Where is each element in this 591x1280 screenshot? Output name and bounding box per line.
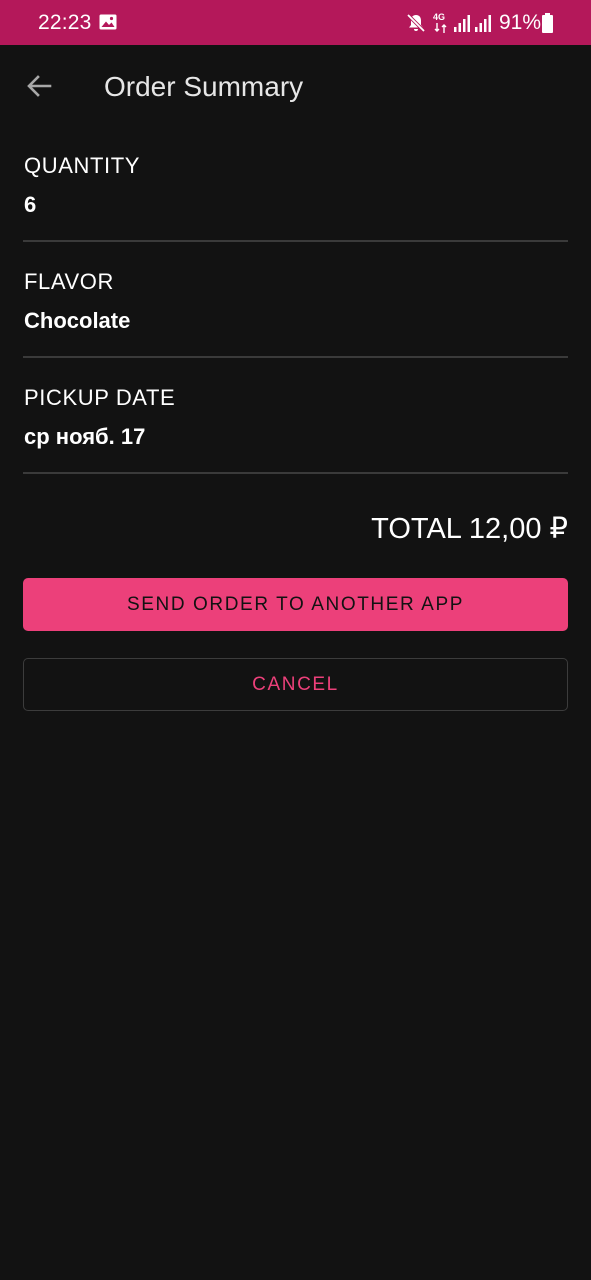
signal-icon [454, 15, 470, 32]
pickup-date-value: ср нояб. 17 [24, 424, 146, 449]
network-4g-icon: 4G [433, 12, 448, 34]
divider [23, 472, 568, 474]
battery-percent: 91% [499, 11, 542, 34]
gallery-icon [99, 14, 117, 30]
app-bar: Order Summary [0, 45, 591, 129]
signal-icon [475, 15, 491, 32]
battery-icon [542, 13, 553, 33]
send-order-button[interactable]: SEND ORDER TO ANOTHER APP [23, 578, 568, 631]
divider [23, 356, 568, 358]
cancel-button[interactable]: CANCEL [23, 658, 568, 711]
network-type-label: 4G [433, 12, 446, 22]
mute-icon [406, 13, 426, 33]
back-button[interactable] [18, 65, 60, 107]
flavor-label: FLAVOR [24, 269, 114, 294]
flavor-field: FLAVOR Chocolate [24, 269, 568, 334]
pickup-date-label: PICKUP DATE [24, 385, 176, 410]
flavor-value: Chocolate [24, 308, 131, 333]
status-bar: 22:23 4G 91% [0, 0, 591, 45]
divider [23, 240, 568, 242]
quantity-field: QUANTITY 6 [24, 153, 568, 218]
quantity-value: 6 [24, 192, 37, 217]
quantity-label: QUANTITY [24, 153, 141, 178]
status-time: 22:23 [38, 11, 92, 34]
arrow-left-icon [27, 75, 52, 97]
order-total: TOTAL 12,00 ₽ [371, 513, 568, 545]
page-title: Order Summary [104, 71, 304, 102]
pickup-date-field: PICKUP DATE ср нояб. 17 [24, 385, 568, 450]
